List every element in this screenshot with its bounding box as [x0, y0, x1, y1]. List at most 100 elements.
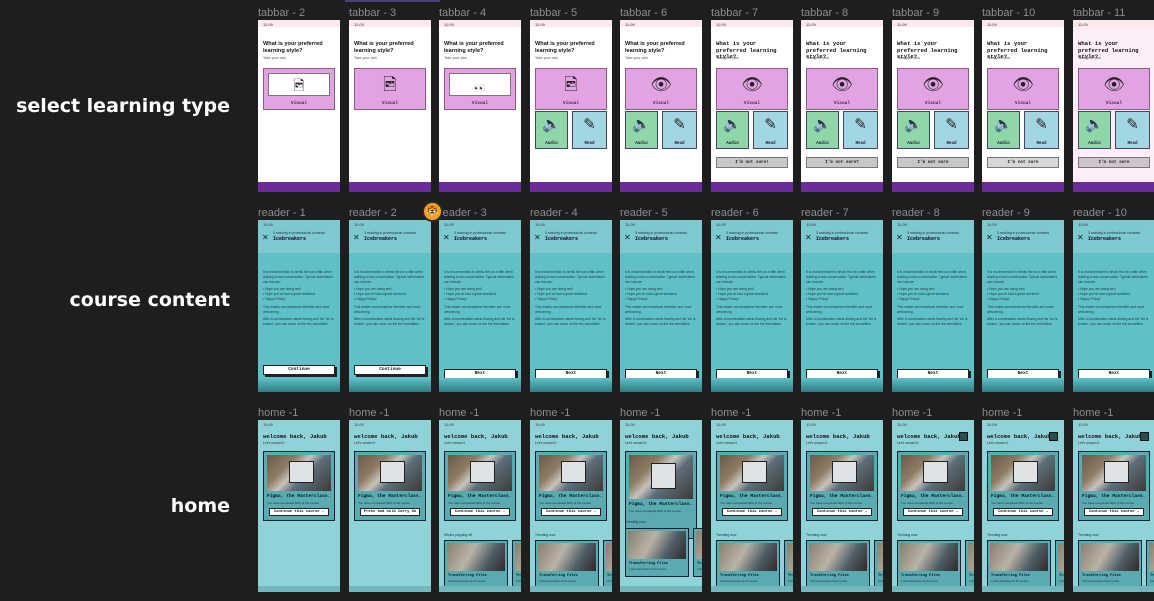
trending-card[interactable]: Transferring Files A short description of…	[1055, 540, 1064, 589]
not-sure-button[interactable]: I'm not sure?	[806, 157, 878, 168]
trending-card[interactable]: Transferring Files A short description of…	[693, 528, 702, 577]
visual-option[interactable]: 👁 Visual	[716, 68, 788, 110]
course-card[interactable]: Figma, the Masterclass. You have complete…	[444, 451, 516, 521]
reader-frame[interactable]: 11:09 ✕ 3 reading in professional contexts…	[530, 220, 612, 392]
continue-button[interactable]: Continue	[263, 365, 335, 375]
home-frame[interactable]: 11:09 welcome back, Jakub Let's smash it Fi…	[620, 420, 702, 592]
trending-card[interactable]: Transferring Files A short description of…	[1146, 540, 1154, 589]
trending-card[interactable]: Transferring Files A short description of…	[1078, 540, 1142, 589]
close-icon[interactable]: ✕	[262, 233, 269, 242]
visual-option[interactable]: 👁 Visual	[987, 68, 1059, 110]
home-frame[interactable]: 11:09 welcome back, Jakub Let's smash it Fi…	[1073, 420, 1154, 592]
audio-option[interactable]: 🔈 Audio	[1078, 111, 1111, 149]
close-icon[interactable]: ✕	[715, 233, 722, 242]
select-frame[interactable]: 11:09 What is your preferred learning sty…	[620, 20, 702, 192]
read-option[interactable]: ✎ Read	[753, 111, 788, 149]
home-frame[interactable]: 11:09 welcome back, Jakub Let's smash it Fi…	[982, 420, 1064, 592]
visual-option[interactable]: 🖻 Visual	[535, 68, 607, 110]
trending-card[interactable]: Transferring Files A short description of…	[535, 540, 599, 589]
audio-option[interactable]: 🔈 Audio	[716, 111, 749, 149]
reader-frame[interactable]: 11:09 ✕ 3 reading in professional contexts…	[349, 220, 431, 392]
read-option[interactable]: ✎ Read	[934, 111, 969, 149]
close-icon[interactable]: ✕	[624, 233, 631, 242]
tabbar[interactable]	[1073, 182, 1154, 192]
read-option[interactable]: ✎ Read	[662, 111, 697, 149]
reader-frame[interactable]: 11:09 ✕ 3 reading in professional contexts…	[439, 220, 521, 392]
not-sure-button[interactable]: I'm not sure	[897, 157, 969, 168]
home-frame[interactable]: 11:09 welcome back, Jakub Let's smash it Fi…	[349, 420, 431, 592]
trending-card[interactable]: Transferring Files A short description of…	[806, 540, 870, 589]
reader-frame[interactable]: 11:09 ✕ 3 reading in professional contexts…	[711, 220, 793, 392]
home-frame[interactable]: 11:09 welcome back, Jakub Let's smash it Fi…	[439, 420, 521, 592]
select-frame[interactable]: 11:09 What is your preferred learning sty…	[439, 20, 521, 192]
continue-course-button[interactable]: Continue this course →	[1084, 508, 1144, 516]
close-icon[interactable]: ✕	[353, 233, 360, 242]
course-card[interactable]: Figma, the Masterclass. You have complete…	[716, 451, 788, 521]
reader-frame[interactable]: 11:09 ✕ 3 reading in professional contexts…	[801, 220, 883, 392]
audio-option[interactable]: 🔈 Audio	[535, 111, 568, 149]
reader-frame[interactable]: 11:09 ✕ 3 reading in professional contexts…	[258, 220, 340, 392]
continue-course-button[interactable]: Continue this course →	[812, 508, 872, 516]
course-card[interactable]: Figma, the Masterclass. You have complete…	[354, 451, 426, 521]
reader-frame[interactable]: 11:09 ✕ 3 reading in professional contexts…	[982, 220, 1064, 392]
select-frame[interactable]: 11:09 What is your preferred learning sty…	[892, 20, 974, 192]
course-card[interactable]: Figma, the Masterclass. You have complete…	[263, 451, 335, 521]
audio-option[interactable]: 🔈 Audio	[625, 111, 658, 149]
read-option[interactable]: ✎ Read	[1115, 111, 1150, 149]
continue-course-button[interactable]: Continue this course →	[541, 508, 601, 516]
not-sure-button[interactable]: I'm not sure	[987, 157, 1059, 168]
trending-card[interactable]: Transferring Files A short description of…	[874, 540, 883, 589]
trending-card[interactable]: Transferring Files A short description of…	[512, 540, 521, 589]
tabbar[interactable]	[258, 182, 340, 192]
tabbar[interactable]	[982, 182, 1064, 192]
continue-course-button[interactable]: Continue this course →	[450, 508, 510, 516]
continue-button[interactable]: Continue	[354, 365, 426, 375]
continue-course-button[interactable]: Continue this course →	[903, 508, 963, 516]
home-frame[interactable]: 11:09 welcome back, Jakub Let's smash it Fi…	[801, 420, 883, 592]
select-frame[interactable]: 11:09 What is your preferred learning sty…	[982, 20, 1064, 192]
tabbar[interactable]	[711, 182, 793, 192]
tabbar[interactable]	[801, 182, 883, 192]
course-card[interactable]: Figma, the Masterclass. You have complete…	[1078, 451, 1150, 521]
select-frame[interactable]: 11:09 What is your preferred learning sty…	[711, 20, 793, 192]
continue-course-button[interactable]: Continue this course →	[993, 508, 1053, 516]
select-frame[interactable]: 11:09 What is your preferred learning sty…	[801, 20, 883, 192]
close-icon[interactable]: ✕	[986, 233, 993, 242]
trending-card[interactable]: Transferring Files A short description of…	[987, 540, 1051, 589]
course-card[interactable]: Figma, the Masterclass. You have complete…	[897, 451, 969, 521]
select-frame[interactable]: 11:09 What is your preferred learning sty…	[1073, 20, 1154, 192]
visual-option[interactable]: 👁 Visual	[806, 68, 878, 110]
tabbar[interactable]	[439, 182, 521, 192]
trending-card[interactable]: Transferring Files A short description of…	[444, 540, 508, 589]
read-option[interactable]: ✎ Read	[843, 111, 878, 149]
visual-option[interactable]: 👁 Visual	[897, 68, 969, 110]
read-option[interactable]: ✎ Read	[572, 111, 607, 149]
not-sure-button[interactable]: I'm not sure	[1078, 157, 1150, 168]
close-icon[interactable]: ✕	[896, 233, 903, 242]
home-frame[interactable]: 11:09 welcome back, Jakub Let's smash it Fi…	[530, 420, 612, 592]
select-frame[interactable]: 11:09 What is your preferred learning sty…	[258, 20, 340, 192]
course-card[interactable]: Figma, the Masterclass. You have complete…	[535, 451, 607, 521]
course-card[interactable]: Figma, the Masterclass. You have complete…	[806, 451, 878, 521]
close-icon[interactable]: ✕	[1077, 233, 1084, 242]
home-frame[interactable]: 11:09 welcome back, Jakub Let's smash it Fi…	[711, 420, 793, 592]
audio-option[interactable]: 🔈 Audio	[897, 111, 930, 149]
visual-option[interactable]: 👀 Visual	[444, 68, 516, 110]
continue-course-button[interactable]: Continue this course →	[722, 508, 782, 516]
close-icon[interactable]: ✕	[805, 233, 812, 242]
close-icon[interactable]: ✕	[534, 233, 541, 242]
avatar[interactable]	[1140, 432, 1149, 441]
avatar[interactable]	[1049, 432, 1058, 441]
trending-card[interactable]: Transferring Files A short description of…	[603, 540, 612, 589]
trending-card[interactable]: Transferring Files A short description of…	[897, 540, 961, 589]
audio-option[interactable]: 🔈 Audio	[987, 111, 1020, 149]
trending-card[interactable]: Transferring Files A short description of…	[716, 540, 780, 589]
audio-option[interactable]: 🔈 Audio	[806, 111, 839, 149]
visual-option[interactable]: 🖻 Visual	[263, 68, 335, 110]
avatar[interactable]	[959, 432, 968, 441]
tabbar[interactable]	[892, 182, 974, 192]
continue-course-button[interactable]: Continue this course →	[269, 508, 329, 516]
reader-frame[interactable]: 11:09 ✕ 3 reading in professional contexts…	[620, 220, 702, 392]
select-frame[interactable]: 11:09 What is your preferred learning sty…	[349, 20, 431, 192]
course-card[interactable]: Figma, the Masterclass. You have complete…	[625, 451, 697, 539]
